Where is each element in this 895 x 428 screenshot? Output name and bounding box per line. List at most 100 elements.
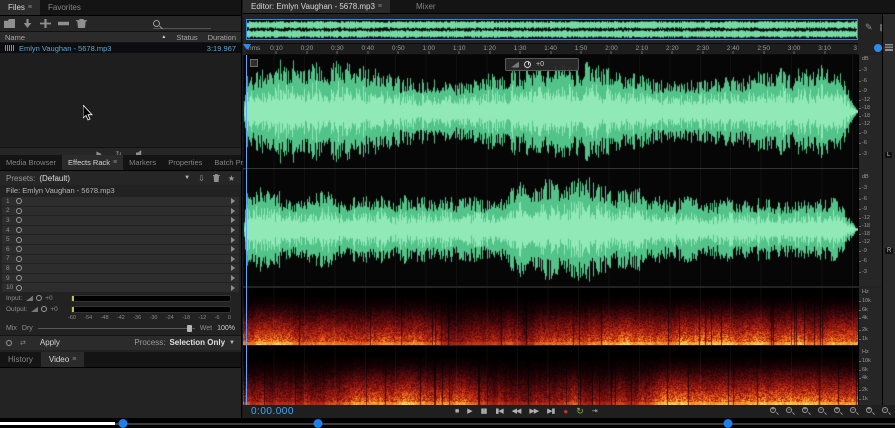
wet-value[interactable]: 100% [217,325,235,332]
search-input[interactable] [153,18,211,29]
effect-slot[interactable]: 10 [2,283,239,292]
effect-slot-arrow-icon[interactable] [231,198,235,204]
playhead-line[interactable] [246,55,247,405]
column-status[interactable]: Status [176,33,197,42]
tab-effects-rack[interactable]: Effects Rack≡ [62,155,123,170]
skip-selection-button[interactable]: ⇥ [592,408,597,415]
column-name[interactable]: Name [5,33,25,42]
waveform-display[interactable] [243,55,858,286]
loop-playback-button[interactable]: ↻ [576,407,583,416]
tab-history[interactable]: History [0,352,41,367]
effect-slot-arrow-icon[interactable] [231,217,235,223]
process-value[interactable]: Selection Only [169,338,225,347]
effect-slot-arrow-icon[interactable] [231,208,235,214]
zoom-out-time-button[interactable]: - [786,407,795,416]
tab-video[interactable]: Video ≡ [41,352,84,367]
rewind-button[interactable]: ◀◀ [512,408,521,415]
progress-marker[interactable] [118,419,127,428]
amplitude-scale[interactable]: dB-3-3-6-6-9-9-12-12-18-18dB-3-3-6-6-9-9… [858,55,882,286]
channel-label-left[interactable]: L [885,152,892,158]
effect-slot-arrow-icon[interactable] [231,246,235,252]
tab-markers[interactable]: Markers [123,155,162,170]
effect-power-icon[interactable] [16,265,22,271]
video-progress-bar[interactable] [0,418,895,428]
effect-slot[interactable]: 9 [2,274,239,283]
input-gain-value[interactable]: +0 [45,295,52,302]
effect-slot-arrow-icon[interactable] [231,227,235,233]
input-power-icon[interactable] [36,295,42,301]
time-display[interactable]: 0:00.000 [251,406,294,417]
mix-slider-handle[interactable] [187,325,192,332]
effect-power-icon[interactable] [16,256,22,262]
edit-pencil-icon[interactable]: ✎ [865,22,873,33]
zoom-out-amplitude-button[interactable]: - [818,407,827,416]
favorite-star-icon[interactable]: ★ [228,174,235,183]
spectral-display[interactable] [243,288,858,405]
apply-button[interactable]: Apply [34,337,66,348]
preset-dropdown-icon[interactable]: ▼ [184,175,190,181]
effect-power-icon[interactable] [16,227,22,233]
output-power-icon[interactable] [41,306,47,312]
output-gain-value[interactable]: +0 [50,306,57,313]
rack-toggle-icon[interactable]: ⇄ [20,339,26,347]
effect-power-icon[interactable] [16,246,22,252]
sort-ascending-icon[interactable]: ▲ [161,34,166,40]
frequency-scale[interactable]: Hz10k6k4k2k1kHz10k6k4k2k1k [858,288,882,405]
new-item-icon[interactable] [40,19,51,28]
open-folder-icon[interactable] [4,19,15,28]
overview-navigator[interactable] [246,19,858,40]
move-to-previous-button[interactable]: ▮◀ [495,408,502,415]
tab-properties[interactable]: Properties [162,155,208,170]
effect-slot[interactable]: 2 [2,207,239,216]
progress-marker[interactable] [723,419,732,428]
panel-options-icon[interactable] [885,44,893,51]
tab-media-browser[interactable]: Media Browser [0,155,62,170]
zoom-in-amplitude-button[interactable]: + [802,407,811,416]
effect-slot[interactable]: 6 [2,245,239,254]
extract-audio-icon[interactable] [58,19,69,28]
effect-slot[interactable]: 5 [2,235,239,244]
channel-label-right[interactable]: R [885,248,893,254]
fast-forward-button[interactable]: ▶▶ [529,408,538,415]
effect-slot[interactable]: 3 [2,216,239,225]
effect-slot[interactable]: 7 [2,255,239,264]
hud-gain-value[interactable]: +0 [536,61,544,68]
delete-preset-icon[interactable] [213,174,220,182]
input-fader-icon[interactable] [25,295,33,301]
column-duration[interactable]: Duration [208,33,236,42]
spectral-pin-icon[interactable] [250,59,258,67]
files-column-header[interactable]: Name ▲ Status Duration [0,32,241,43]
trash-icon[interactable] [76,19,87,28]
effect-slot[interactable]: 8 [2,264,239,273]
progress-marker[interactable] [313,419,322,428]
effect-slot-arrow-icon[interactable] [231,237,235,243]
play-button[interactable]: ▶ [467,408,471,415]
panel-menu-icon[interactable]: ≡ [113,159,117,166]
tab-mixer[interactable]: Mixer [408,0,444,13]
record-button[interactable]: ● [563,408,567,416]
volume-hud[interactable]: +0 [505,58,579,71]
effect-slot-arrow-icon[interactable] [231,285,235,291]
preset-value[interactable]: (Default) [39,174,70,183]
effect-slot-arrow-icon[interactable] [231,265,235,271]
effect-power-icon[interactable] [16,275,22,281]
panel-menu-icon[interactable]: ≡ [378,3,382,10]
panel-menu-icon[interactable]: ≡ [28,4,32,11]
zoom-in-time-button[interactable]: + [770,407,779,416]
files-empty-area[interactable] [0,53,241,147]
effect-power-icon[interactable] [16,237,22,243]
ruler-marker-icon[interactable] [874,44,882,52]
effect-power-icon[interactable] [16,217,22,223]
rack-power-icon[interactable] [6,340,12,346]
effect-slot-arrow-icon[interactable] [231,275,235,281]
import-file-icon[interactable] [22,19,33,28]
panel-menu-icon[interactable]: ≡ [72,356,76,363]
effect-slot[interactable]: 4 [2,226,239,235]
file-row[interactable]: Emlyn Vaughan - 5678.mp3 3:19.967 [0,43,241,53]
timeline-ruler[interactable]: hms 3 0:100:200:300:400:501:001:101:201:… [246,43,858,55]
save-preset-icon[interactable]: ⇩ [198,174,205,183]
effect-power-icon[interactable] [16,198,22,204]
progress-track[interactable] [0,423,895,425]
zoom-out-full-button[interactable]: - [882,407,891,416]
effect-slot-arrow-icon[interactable] [231,256,235,262]
